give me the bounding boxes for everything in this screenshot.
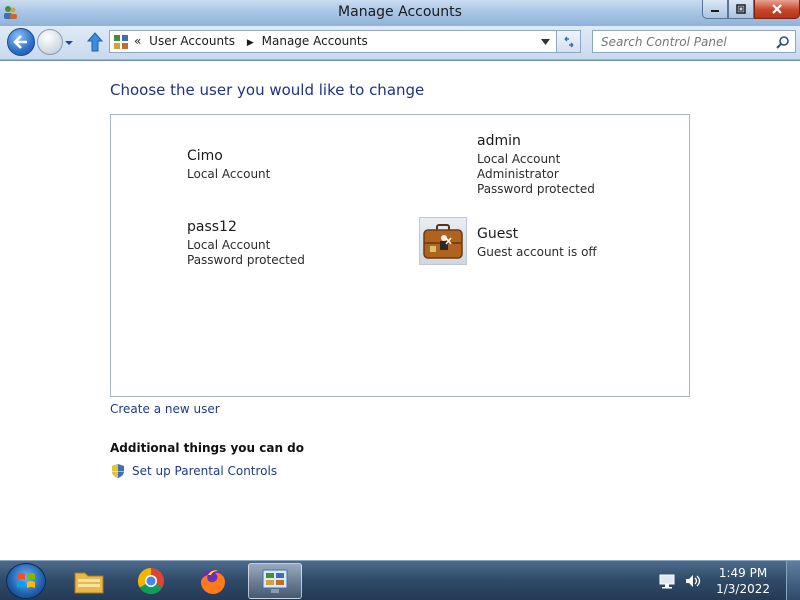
- volume-icon[interactable]: [684, 573, 702, 589]
- user-name: Guest: [477, 226, 519, 242]
- breadcrumb-user-accounts[interactable]: User Accounts: [149, 34, 235, 48]
- taskbar-chrome-button[interactable]: [124, 563, 178, 599]
- search-input[interactable]: [601, 32, 777, 52]
- clock-date: 1/3/2022: [716, 582, 770, 596]
- recent-pages-dropdown-icon[interactable]: [64, 38, 74, 48]
- user-name: Cimo: [187, 148, 223, 164]
- up-arrow-icon[interactable]: [86, 32, 104, 52]
- parental-controls-item[interactable]: Set up Parental Controls: [110, 463, 277, 479]
- restore-icon: [736, 4, 746, 14]
- close-button[interactable]: [754, 0, 800, 19]
- network-icon[interactable]: [658, 573, 676, 589]
- clock-time: 1:49 PM: [718, 566, 768, 580]
- taskbar-firefox-button[interactable]: [186, 563, 240, 599]
- parental-controls-link[interactable]: Set up Parental Controls: [132, 464, 277, 478]
- user-name: pass12: [187, 219, 237, 235]
- taskbar-explorer-button[interactable]: [62, 563, 116, 599]
- system-tray: 1:49 PM 1/3/2022: [658, 565, 770, 597]
- user-tile-pass12[interactable]: pass12 Local Account Password protected: [187, 219, 305, 268]
- window-title: Manage Accounts: [338, 4, 462, 20]
- user-name: admin: [477, 133, 521, 149]
- show-desktop-button[interactable]: [786, 561, 800, 600]
- back-button[interactable]: [7, 28, 35, 56]
- close-icon: [772, 4, 782, 14]
- control-panel-icon: [114, 35, 128, 49]
- user-account-type: Local Account: [187, 238, 271, 252]
- shield-icon: [112, 464, 124, 478]
- address-bar[interactable]: « User Accounts ▶ Manage Accounts: [109, 30, 557, 53]
- start-button[interactable]: [6, 563, 46, 599]
- search-icon[interactable]: [776, 35, 790, 49]
- user-role: Administrator: [477, 167, 559, 181]
- system-clock[interactable]: 1:49 PM 1/3/2022: [716, 565, 770, 597]
- refresh-button[interactable]: [557, 30, 581, 53]
- user-tile-admin[interactable]: admin Local Account Administrator Passwo…: [477, 133, 595, 197]
- firefox-icon: [201, 570, 225, 594]
- page-title: Choose the user you would like to change: [110, 81, 425, 99]
- user-tile-cimo[interactable]: Cimo Local Account: [187, 148, 270, 182]
- taskbar-control-panel-button[interactable]: [248, 563, 302, 599]
- user-account-type: Local Account: [477, 152, 561, 166]
- breadcrumb: « User Accounts ▶ Manage Accounts: [134, 34, 372, 48]
- restore-button[interactable]: [728, 0, 754, 19]
- window-controls: [702, 0, 800, 20]
- navigation-bar: « User Accounts ▶ Manage Accounts: [0, 26, 800, 60]
- taskbar: 1:49 PM 1/3/2022: [0, 560, 800, 600]
- back-arrow-icon: [13, 35, 27, 49]
- refresh-icon: [564, 36, 573, 47]
- user-password-status: Password protected: [477, 182, 595, 196]
- create-new-user-link[interactable]: Create a new user: [110, 402, 220, 416]
- search-box[interactable]: [592, 30, 796, 53]
- user-status: Guest account is off: [477, 245, 597, 259]
- breadcrumb-overflow[interactable]: «: [134, 34, 141, 48]
- windows-logo-icon: [17, 573, 35, 588]
- title-bar: Manage Accounts: [0, 0, 800, 26]
- user-password-status: Password protected: [187, 253, 305, 267]
- control-panel-icon: [262, 569, 288, 593]
- folder-icon: [74, 572, 104, 594]
- breadcrumb-separator-icon[interactable]: ▶: [247, 38, 254, 48]
- address-dropdown-icon[interactable]: [541, 39, 550, 45]
- user-list-panel: Cimo Local Account admin Local Account A…: [110, 114, 690, 397]
- forward-button[interactable]: [37, 29, 63, 55]
- main-content: Choose the user you would like to change…: [0, 61, 800, 560]
- suitcase-icon: [423, 224, 463, 259]
- user-tile-guest[interactable]: Guest Guest account is off: [477, 226, 597, 260]
- minimize-icon: [711, 10, 719, 12]
- additional-tasks-heading: Additional things you can do: [110, 441, 305, 455]
- minimize-button[interactable]: [702, 0, 728, 19]
- guest-avatar[interactable]: [419, 217, 467, 265]
- user-account-type: Local Account: [187, 167, 271, 181]
- breadcrumb-manage-accounts[interactable]: Manage Accounts: [262, 34, 368, 48]
- chrome-icon: [137, 567, 164, 595]
